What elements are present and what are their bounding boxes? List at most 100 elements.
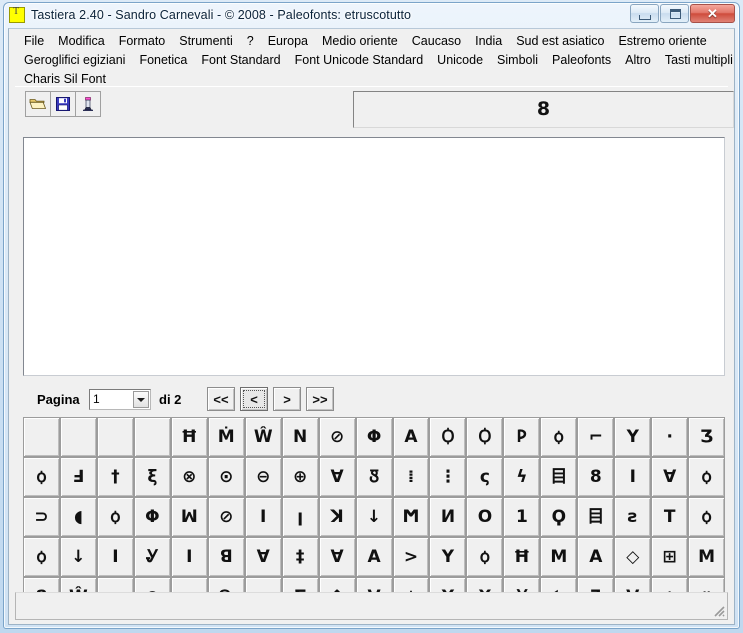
menu-item-sud-est-asiatico[interactable]: Sud est asiatico	[509, 33, 611, 49]
glyph-cell[interactable]: ⊃	[23, 497, 60, 537]
menu-item-charis-sil-font[interactable]: Charis Sil Font	[17, 71, 113, 87]
menu-item-font-standard[interactable]: Font Standard	[194, 52, 287, 68]
glyph-cell[interactable]: ⊖	[244, 457, 282, 497]
glyph-cell[interactable]: ⊘	[207, 497, 245, 537]
glyph-cell[interactable]: ⊗	[170, 457, 208, 497]
glyph-cell[interactable]: I	[170, 537, 208, 577]
menu-item-font-unicode-standard[interactable]: Font Unicode Standard	[288, 52, 431, 68]
glyph-cell[interactable]: ꞁ	[281, 497, 319, 537]
title-bar[interactable]: Tastiera 2.40 - Sandro Carnevali - © 200…	[4, 3, 739, 27]
close-button[interactable]: ✕	[690, 4, 735, 23]
glyph-cell[interactable]: ⋮	[429, 457, 467, 497]
glyph-cell[interactable]: ꓯ	[651, 457, 689, 497]
glyph-cell[interactable]: 8	[577, 457, 615, 497]
glyph-cell[interactable]: Ϻ	[392, 497, 430, 537]
glyph-cell[interactable]: ⊞	[651, 537, 689, 577]
glyph-cell[interactable]: ⊘	[318, 417, 356, 457]
menu-item-medio-oriente[interactable]: Medio oriente	[315, 33, 405, 49]
glyph-cell[interactable]: ꟽ	[170, 497, 208, 537]
glyph-cell[interactable]: ꓮ	[577, 537, 615, 577]
glyph-cell[interactable]: ꓯ	[244, 537, 282, 577]
resize-grip[interactable]	[711, 603, 725, 617]
glyph-cell[interactable]: ꟁ	[466, 537, 504, 577]
last-page-button[interactable]: >>	[306, 387, 334, 411]
menu-item-geroglifici-egiziani[interactable]: Geroglifici egiziani	[17, 52, 132, 68]
maximize-button[interactable]	[660, 4, 689, 23]
glyph-cell[interactable]: Ο	[466, 497, 504, 537]
glyph-cell[interactable]: ⊕	[281, 457, 319, 497]
menu-item-estremo-oriente[interactable]: Estremo oriente	[611, 33, 713, 49]
glyph-cell[interactable]: Ħ	[170, 417, 208, 457]
menu-item-[interactable]: ?	[240, 33, 261, 49]
glyph-cell[interactable]: ꙅ	[614, 497, 652, 537]
glyph-cell[interactable]: 𐌓	[503, 417, 541, 457]
menu-item-europa[interactable]: Europa	[261, 33, 315, 49]
page-select[interactable]: 1	[89, 389, 151, 410]
menu-item-unicode[interactable]: Unicode	[430, 52, 490, 68]
glyph-cell[interactable]: Φ	[133, 497, 171, 537]
glyph-cell[interactable]: Ꟑ	[355, 457, 393, 497]
menu-item-caucaso[interactable]: Caucaso	[405, 33, 468, 49]
glyph-cell[interactable]: ꓯ	[318, 457, 356, 497]
menu-item-tasti-multipli[interactable]: Tasti multipli	[658, 52, 734, 68]
glyph-cell[interactable]: Y	[429, 537, 467, 577]
glyph-cell[interactable]: Ν	[281, 417, 319, 457]
glyph-cell[interactable]: Ṁ	[207, 417, 245, 457]
glyph-cell[interactable]: Φ	[355, 417, 393, 457]
prev-page-button[interactable]: <	[240, 387, 268, 411]
glyph-cell[interactable]: ◇	[614, 537, 652, 577]
glyph-cell[interactable]: Ͷ	[429, 497, 467, 537]
glyph-cell[interactable]: ‡	[281, 537, 319, 577]
glyph-cell[interactable]: ⊙	[207, 457, 245, 497]
glyph-cell[interactable]: ◖	[59, 497, 97, 537]
glyph-cell[interactable]: ꟁ	[23, 457, 60, 497]
glyph-cell[interactable]: 目	[540, 457, 578, 497]
glyph-cell[interactable]: Ϙ	[540, 497, 578, 537]
text-editor[interactable]	[23, 137, 725, 376]
menu-item-altro[interactable]: Altro	[618, 52, 658, 68]
glyph-cell[interactable]: 1	[503, 497, 541, 537]
menu-item-file[interactable]: File	[17, 33, 51, 49]
glyph-cell[interactable]: Ħ	[503, 537, 541, 577]
glyph-cell[interactable]: I	[614, 457, 652, 497]
glyph-cell[interactable]	[59, 417, 97, 457]
glyph-cell[interactable]: ꟁ	[540, 417, 578, 457]
menu-item-fonetica[interactable]: Fonetica	[132, 52, 194, 68]
glyph-cell[interactable]: Ⅎ	[59, 457, 97, 497]
next-page-button[interactable]: >	[273, 387, 301, 411]
glyph-cell[interactable]: Y	[614, 417, 652, 457]
glyph-cell[interactable]: A	[355, 537, 393, 577]
glyph-cell[interactable]: 目	[577, 497, 615, 537]
glyph-cell[interactable]: ↓	[355, 497, 393, 537]
glyph-cell[interactable]	[96, 417, 134, 457]
glyph-cell[interactable]	[23, 417, 60, 457]
glyph-cell[interactable]: ⌐	[577, 417, 615, 457]
font-install-button[interactable]	[76, 92, 101, 116]
menu-item-strumenti[interactable]: Strumenti	[172, 33, 240, 49]
glyph-cell[interactable]: ꟁ	[688, 497, 726, 537]
first-page-button[interactable]: <<	[207, 387, 235, 411]
glyph-cell[interactable]: ⁞	[392, 457, 430, 497]
glyph-cell[interactable]: >	[392, 537, 430, 577]
glyph-cell[interactable]: Ꮍ	[133, 537, 171, 577]
glyph-cell[interactable]: ꓭ	[207, 537, 245, 577]
glyph-cell[interactable]: ꟁ	[23, 537, 60, 577]
menu-item-modifica[interactable]: Modifica	[51, 33, 112, 49]
chevron-down-icon[interactable]	[133, 391, 149, 408]
glyph-cell[interactable]	[133, 417, 171, 457]
glyph-cell[interactable]: I	[96, 537, 134, 577]
glyph-cell[interactable]: ϟ	[503, 457, 541, 497]
glyph-cell[interactable]: Ʒ	[688, 417, 726, 457]
glyph-cell[interactable]: ꟁ	[96, 497, 134, 537]
glyph-cell[interactable]: A	[392, 417, 430, 457]
menu-item-formato[interactable]: Formato	[112, 33, 173, 49]
glyph-cell[interactable]: M	[688, 537, 726, 577]
glyph-cell[interactable]: ξ	[133, 457, 171, 497]
glyph-cell[interactable]: Ꟁ	[466, 417, 504, 457]
glyph-cell[interactable]: ς	[466, 457, 504, 497]
glyph-cell[interactable]: ꓯ	[318, 537, 356, 577]
menu-item-simboli[interactable]: Simboli	[490, 52, 545, 68]
glyph-cell[interactable]: ꓘ	[318, 497, 356, 537]
glyph-cell[interactable]: M	[540, 537, 578, 577]
glyph-cell[interactable]: †	[96, 457, 134, 497]
